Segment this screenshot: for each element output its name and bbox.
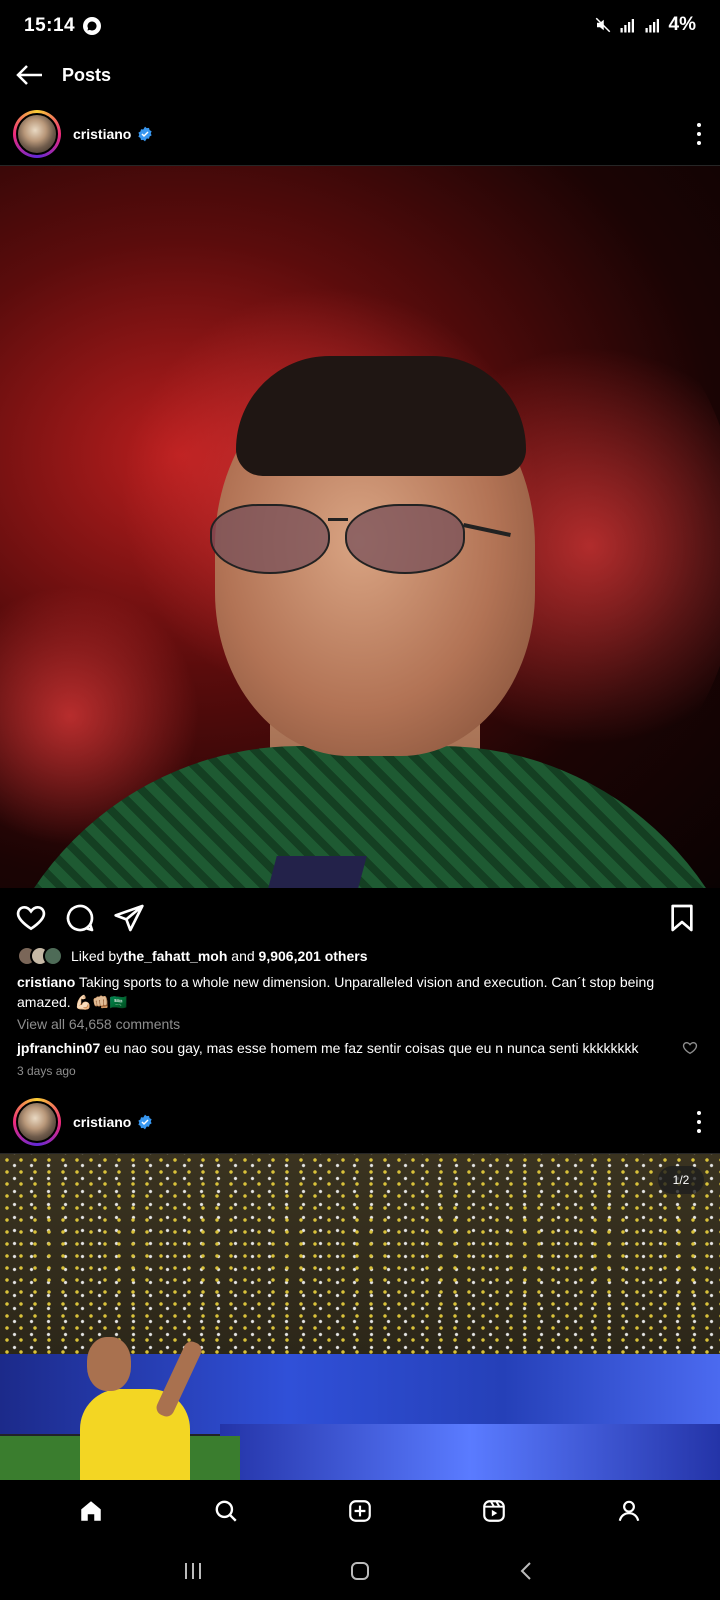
post-username[interactable]: cristiano xyxy=(73,126,131,142)
recent-apps-icon[interactable] xyxy=(181,1559,205,1583)
comment-text: eu nao sou gay, mas esse homem me faz se… xyxy=(104,1040,639,1056)
page-title: Posts xyxy=(62,64,112,85)
comment-heart-icon[interactable] xyxy=(682,1040,698,1056)
battery-level: 4% xyxy=(668,14,696,35)
liked-by-user[interactable]: the_fahatt_moh xyxy=(123,948,227,964)
comment: jpfranchin07 eu nao sou gay, mas esse ho… xyxy=(17,1040,657,1056)
carousel-indicator: 1/2 xyxy=(658,1166,704,1194)
comment-icon[interactable] xyxy=(64,902,96,934)
signal-4g-icon xyxy=(645,19,659,33)
avatar[interactable] xyxy=(13,110,61,158)
system-back-icon[interactable] xyxy=(515,1559,539,1583)
verified-icon xyxy=(138,126,152,142)
post-image[interactable] xyxy=(0,1154,720,1480)
comment-username[interactable]: jpfranchin07 xyxy=(17,1040,100,1056)
whatsapp-icon xyxy=(83,17,102,35)
status-indicators: 4% xyxy=(594,14,696,36)
caption-text: Taking sports to a whole new dimension. … xyxy=(17,974,655,1010)
back-arrow-icon[interactable] xyxy=(16,60,46,90)
bookmark-icon[interactable] xyxy=(666,902,698,934)
likes-summary[interactable]: Liked by the_fahatt_moh and 9,906,201 ot… xyxy=(17,946,368,966)
liked-by-prefix: Liked by xyxy=(71,948,124,964)
view-comments-link[interactable]: View all 64,658 comments xyxy=(17,1016,180,1032)
more-options-icon[interactable] xyxy=(696,123,702,145)
status-bar: 15:14 4% xyxy=(0,0,720,52)
post-image[interactable] xyxy=(0,166,720,888)
home-circle-icon[interactable] xyxy=(348,1559,372,1583)
caption-username[interactable]: cristiano xyxy=(17,974,75,990)
home-icon[interactable] xyxy=(78,1498,104,1524)
post-timestamp: 3 days ago xyxy=(17,1064,76,1078)
post-actions xyxy=(0,898,720,938)
post-header: cristiano xyxy=(0,1094,720,1150)
bottom-nav xyxy=(0,1480,720,1542)
liked-by-others[interactable]: 9,906,201 others xyxy=(259,948,368,964)
signal-icon xyxy=(620,19,634,33)
reels-icon[interactable] xyxy=(481,1498,507,1524)
post-header: cristiano xyxy=(0,106,720,162)
top-bar: Posts xyxy=(0,52,720,98)
more-options-icon[interactable] xyxy=(696,1111,702,1133)
post-username[interactable]: cristiano xyxy=(73,1114,131,1130)
mute-icon xyxy=(595,17,610,33)
post-caption: cristiano Taking sports to a whole new d… xyxy=(17,972,687,1012)
avatar[interactable] xyxy=(13,1098,61,1146)
liked-by-avatars xyxy=(17,946,63,966)
create-icon[interactable] xyxy=(347,1498,373,1524)
search-icon[interactable] xyxy=(213,1498,239,1524)
status-time: 15:14 xyxy=(24,15,76,36)
verified-icon xyxy=(138,1114,152,1130)
system-nav xyxy=(0,1542,720,1600)
share-icon[interactable] xyxy=(113,902,145,934)
profile-icon[interactable] xyxy=(616,1498,642,1524)
liked-by-and: and xyxy=(227,948,259,964)
heart-icon[interactable] xyxy=(15,902,47,934)
